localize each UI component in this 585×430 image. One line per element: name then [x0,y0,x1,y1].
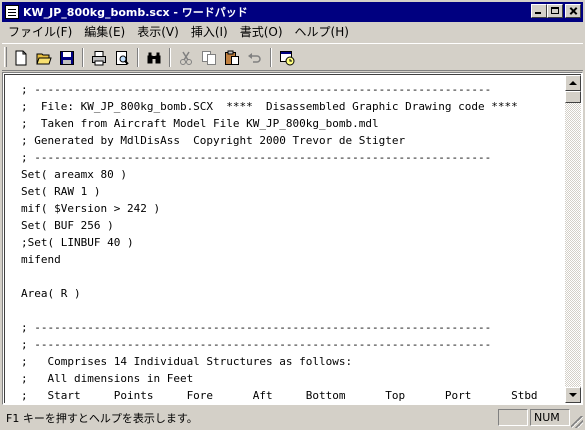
text-line: ; --------------------------------------… [21,151,492,164]
scrollbar-thumb[interactable] [565,91,581,103]
print-icon [92,50,106,65]
text-line: ; All dimensions in Feet [21,372,194,385]
text-line: Area( R ) [21,287,81,300]
text-line: ; File: KW_JP_800kg_bomb.SCX **** Disass… [21,100,518,113]
document-area: ; --------------------------------------… [2,72,583,405]
save-icon [60,50,74,65]
menu-help[interactable]: ヘルプ(H) [289,23,355,40]
paste-icon [225,50,239,65]
text-line: ; --------------------------------------… [21,338,492,351]
close-button[interactable] [565,4,581,18]
toolbar-separator [82,48,84,67]
text-line: Set( areamx 80 ) [21,168,127,181]
menu-view[interactable]: 表示(V) [131,23,185,40]
status-bar: F1 キーを押すとヘルプを表示します。 NUM [2,407,583,428]
scroll-up-button[interactable] [565,75,581,91]
open-icon [36,53,52,64]
vertical-scrollbar[interactable] [565,75,581,403]
scrollbar-track[interactable] [565,91,581,387]
menu-insert[interactable]: 挿入(I) [185,23,234,40]
status-text: F1 キーを押すとヘルプを表示します。 [6,412,198,425]
toolbar-separator [137,48,139,67]
wordpad-window: KW_JP_800kg_bomb.scx - ワードパッド ファイル(F) 編集… [0,0,585,430]
cut-icon [180,51,192,65]
new-icon [15,50,27,65]
toolbar-separator [270,48,272,67]
toolbar [2,43,583,71]
text-line: Set( RAW 1 ) [21,185,101,198]
print-button[interactable] [88,47,110,68]
text-content[interactable]: ; --------------------------------------… [21,81,541,401]
menu-bar: ファイル(F) 編集(E) 表示(V) 挿入(I) 書式(O) ヘルプ(H) [2,22,583,41]
document-canvas[interactable]: ; --------------------------------------… [4,74,581,403]
insert-datetime-button[interactable] [276,47,298,68]
copy-button[interactable] [198,47,220,68]
cut-button[interactable] [175,47,197,68]
menu-file[interactable]: ファイル(F) [2,23,78,40]
text-line: ; Comprises 14 Individual Structures as … [21,355,353,368]
find-button[interactable] [143,47,165,68]
text-line [21,268,541,285]
print-preview-icon [116,50,129,65]
new-button[interactable] [10,47,32,68]
copy-icon [202,50,216,65]
minimize-button[interactable] [531,4,547,18]
text-line: Set( BUF 256 ) [21,219,114,232]
text-line: mif( $Version > 242 ) [21,202,161,215]
window-title: KW_JP_800kg_bomb.scx - ワードパッド [23,6,248,19]
text-line: ; --------------------------------------… [21,321,492,334]
text-line [21,302,541,319]
text-line: ; --------------------------------------… [21,83,492,96]
resize-grip[interactable] [571,416,583,428]
scroll-down-button[interactable] [565,387,581,403]
status-pane-empty [498,409,528,426]
menu-format[interactable]: 書式(O) [234,23,289,40]
find-icon [147,52,161,63]
save-button[interactable] [56,47,78,68]
toolbar-separator [169,48,171,67]
menu-edit[interactable]: 編集(E) [78,23,131,40]
open-button[interactable] [33,47,55,68]
text-line: ;Set( LINBUF 40 ) [21,236,134,249]
paste-button[interactable] [221,47,243,68]
status-num-indicator: NUM [530,409,570,426]
insert-datetime-icon [280,50,295,65]
wordpad-app-icon[interactable] [5,5,19,19]
title-bar[interactable]: KW_JP_800kg_bomb.scx - ワードパッド [2,2,583,22]
text-line: mifend [21,253,61,266]
maximize-button[interactable] [547,4,563,18]
undo-icon [248,52,261,63]
text-line: ; Start Points Fore Aft Bottom Top Port … [21,389,538,401]
print-preview-button[interactable] [111,47,133,68]
toolbar-grip[interactable] [4,47,7,67]
undo-button[interactable] [244,47,266,68]
text-line: ; Taken from Aircraft Model File KW_JP_8… [21,117,379,130]
text-line: ; Generated by MdlDisAss Copyright 2000 … [21,134,406,147]
